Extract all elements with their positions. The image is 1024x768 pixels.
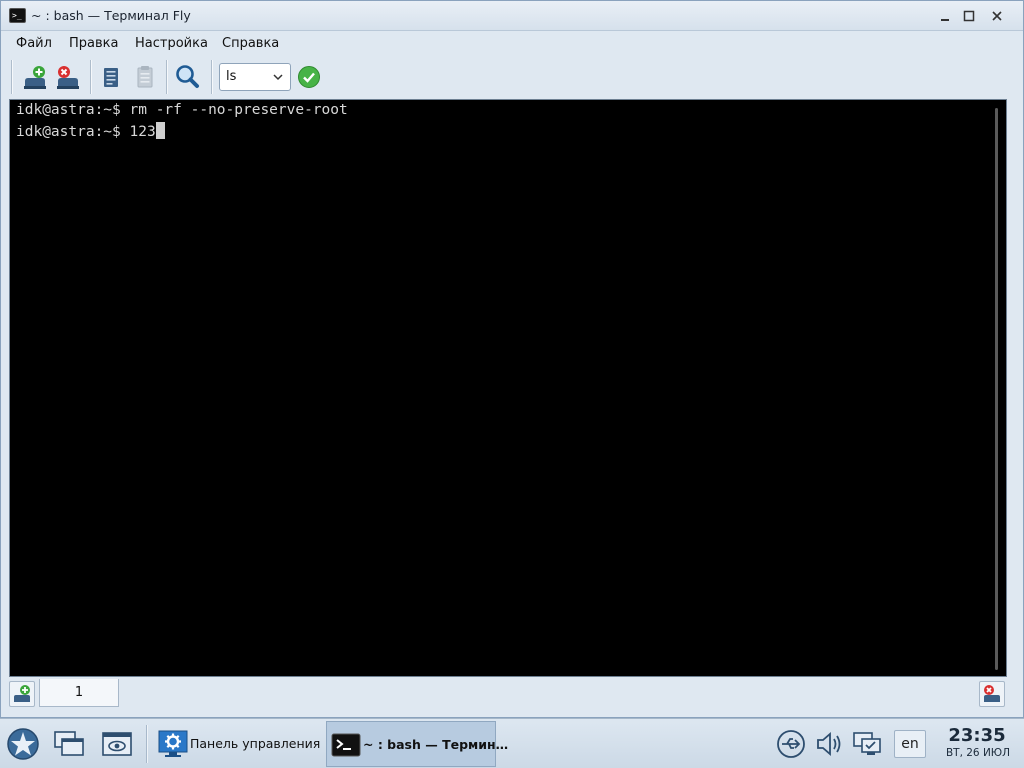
close-tab-button[interactable] — [979, 681, 1005, 707]
terminal-prompt: idk@astra:~$ — [16, 102, 130, 118]
terminal-icon — [331, 733, 361, 757]
paste-icon — [137, 66, 153, 88]
tab-session-1[interactable]: 1 — [39, 679, 119, 707]
copy-button[interactable] — [96, 62, 126, 92]
terminal-line: idk@astra:~$ 123 — [16, 122, 165, 140]
network-icon — [853, 732, 881, 755]
menu-edit[interactable]: Правка — [69, 36, 118, 51]
text-cursor — [155, 122, 165, 139]
toolbar-separator — [166, 60, 168, 94]
run-check-icon — [298, 66, 320, 88]
close-session-icon — [57, 66, 79, 89]
menu-help[interactable]: Справка — [222, 36, 279, 51]
chevron-down-icon — [273, 74, 283, 81]
close-session-button[interactable] — [53, 62, 83, 92]
desktops-button[interactable] — [52, 727, 86, 761]
command-select-value: ls — [226, 69, 237, 84]
copy-icon — [104, 68, 118, 87]
title-bar[interactable]: >_ ~ : bash — Терминал Fly — [1, 1, 1023, 31]
close-tab-icon — [984, 685, 1000, 702]
terminal-line: idk@astra:~$ rm -rf --no-preserve-root — [16, 102, 348, 118]
network-tray-button[interactable] — [852, 729, 882, 759]
task-control-panel[interactable]: Панель управления — [154, 721, 320, 767]
control-panel-icon — [158, 730, 188, 757]
show-desktop-button[interactable] — [100, 727, 134, 761]
taskbar-separator — [146, 725, 148, 763]
desktops-icon — [54, 731, 84, 756]
maximize-button[interactable] — [959, 6, 979, 26]
terminal-command: rm -rf --no-preserve-root — [129, 102, 348, 118]
new-session-icon — [24, 66, 46, 89]
menu-file[interactable]: Файл — [16, 36, 52, 51]
task-label: Панель управления — [190, 736, 321, 751]
command-select[interactable]: ls — [219, 63, 291, 91]
clock-time[interactable]: 23:35 — [942, 725, 1012, 746]
volume-tray-button[interactable] — [814, 729, 844, 759]
terminal-input: 123 — [129, 124, 156, 140]
menu-bar: Файл Правка Настройка Справка — [1, 32, 1023, 56]
maximize-icon — [963, 10, 975, 22]
terminal-output[interactable]: idk@astra:~$ rm -rf --no-preserve-root i… — [9, 99, 1007, 677]
terminal-prompt: idk@astra:~$ — [16, 124, 130, 140]
toolbar-separator — [211, 60, 213, 94]
taskbar: Панель управления ~ : bash — Термин… en … — [0, 718, 1024, 768]
usb-icon — [777, 730, 805, 758]
minimize-button[interactable] — [935, 6, 955, 26]
start-menu-button[interactable] — [6, 727, 40, 761]
task-label: ~ : bash — Термин… — [363, 737, 509, 752]
toolbar-separator — [11, 60, 13, 94]
menu-settings[interactable]: Настройка — [135, 36, 208, 51]
show-desktop-icon — [102, 732, 132, 756]
terminal-icon: >_ — [9, 8, 26, 23]
terminal-scrollbar[interactable] — [995, 108, 998, 670]
close-button[interactable] — [987, 6, 1007, 26]
new-tab-button[interactable] — [9, 681, 35, 707]
usb-tray-button[interactable] — [776, 729, 806, 759]
new-session-button[interactable] — [20, 62, 50, 92]
close-icon — [992, 11, 1002, 21]
new-tab-icon — [14, 685, 30, 702]
run-command-button[interactable] — [294, 62, 324, 92]
search-button[interactable] — [172, 62, 202, 92]
search-icon — [176, 65, 199, 88]
start-menu-icon — [7, 728, 39, 760]
tab-label: 1 — [74, 685, 84, 700]
volume-icon — [817, 732, 841, 756]
terminal-window: >_ ~ : bash — Терминал Fly Файл Правка Н… — [0, 0, 1024, 718]
tab-bar: 1 — [1, 679, 1023, 709]
clock-date[interactable]: ВТ, 26 ИЮЛ — [938, 747, 1018, 759]
minimize-icon — [941, 19, 949, 21]
toolbar: ls — [1, 56, 1023, 98]
paste-button[interactable] — [130, 62, 160, 92]
toolbar-separator — [90, 60, 92, 94]
keyboard-layout-indicator[interactable]: en — [894, 730, 926, 758]
task-terminal[interactable]: ~ : bash — Термин… — [326, 721, 508, 767]
window-title: ~ : bash — Терминал Fly — [31, 8, 191, 23]
